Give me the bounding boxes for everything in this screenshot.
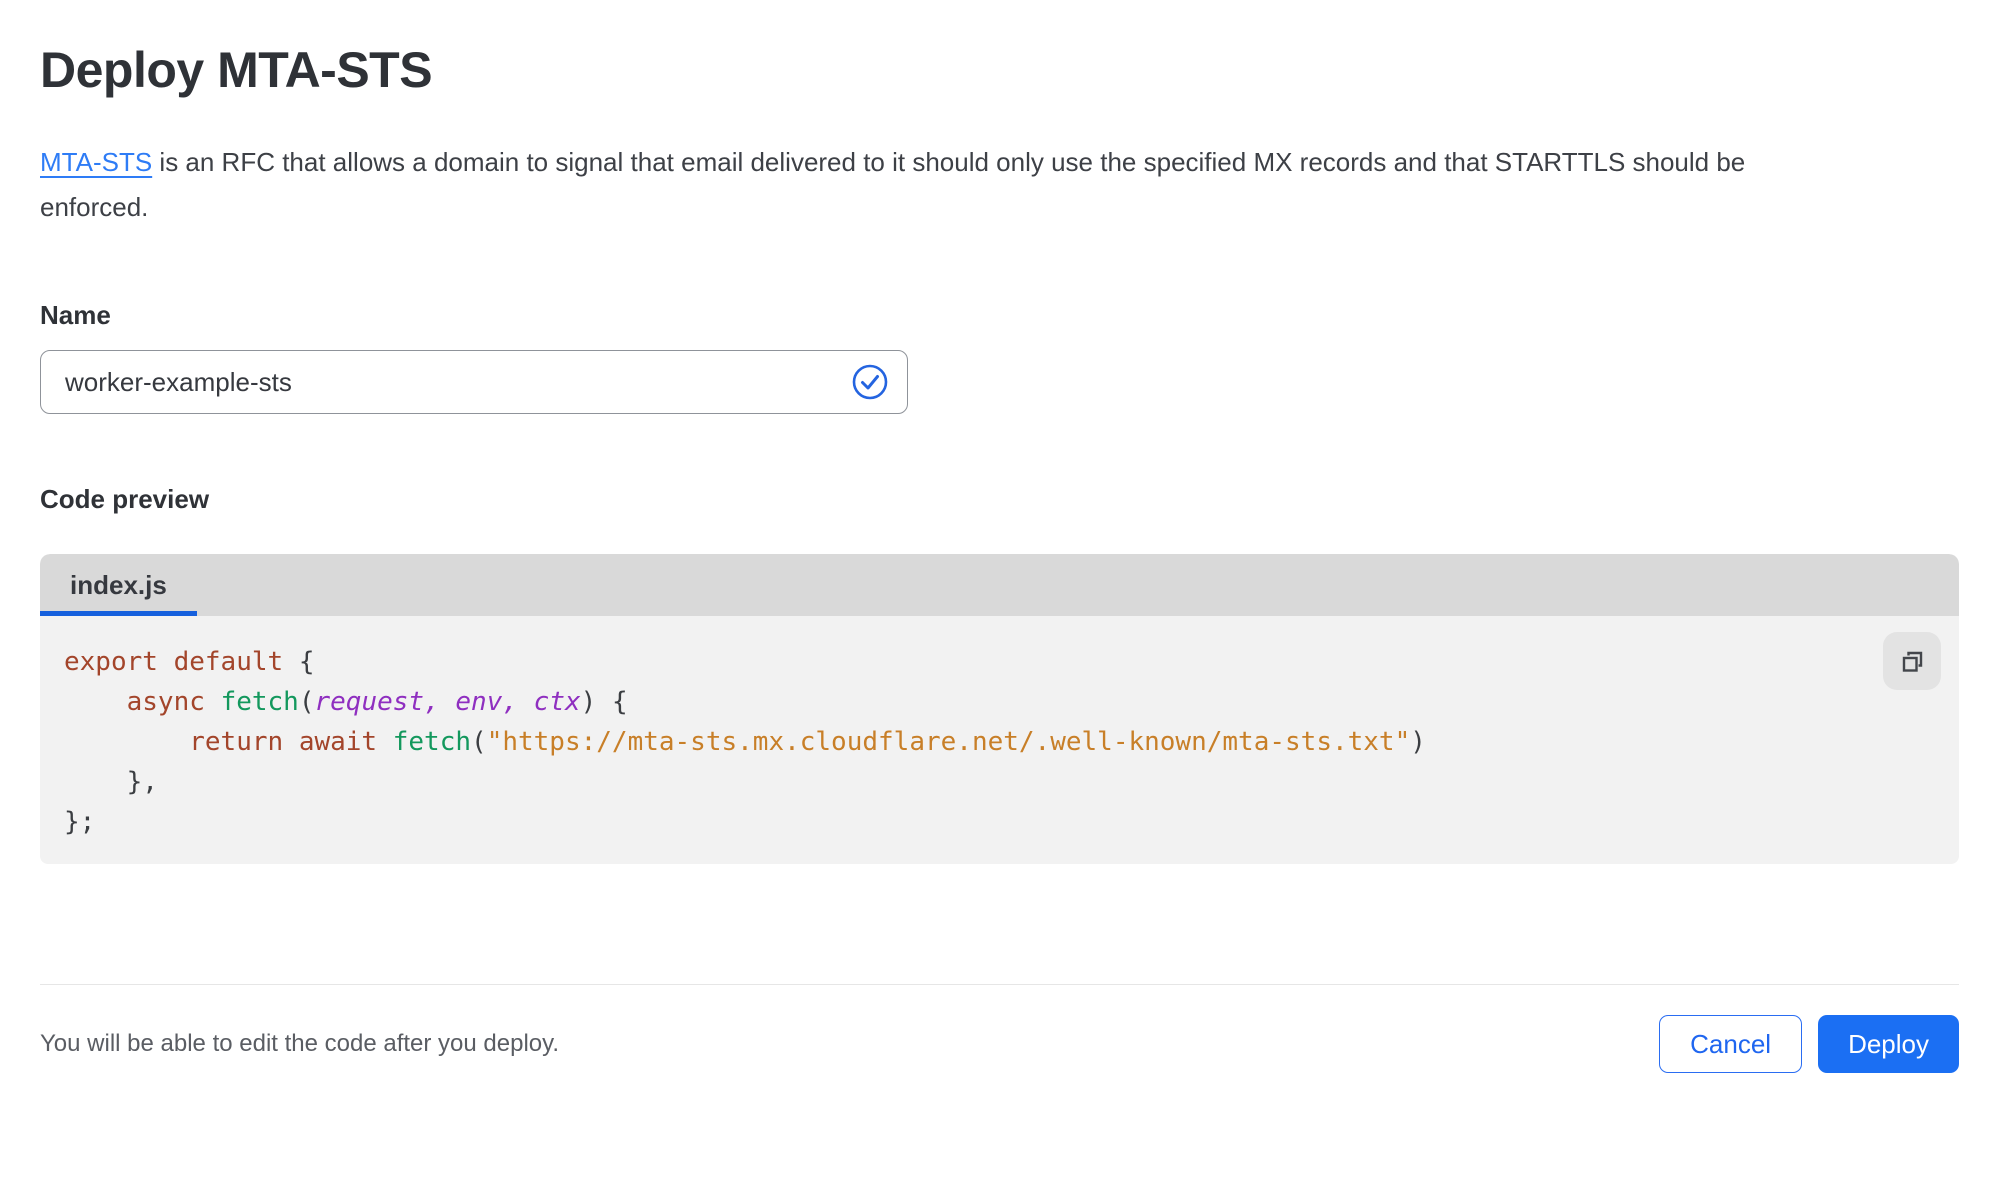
name-input[interactable] (41, 351, 851, 413)
code-preview-panel: index.js export default { async fetch(re… (40, 554, 1959, 864)
code-preview-label: Code preview (40, 484, 210, 514)
name-section: Name (40, 300, 1959, 414)
code-line: }; (64, 807, 96, 837)
page-title: Deploy MTA-STS (40, 42, 433, 98)
copy-code-button[interactable] (1883, 632, 1941, 690)
tab-label: index.js (70, 569, 167, 600)
check-circle-icon (851, 363, 889, 401)
code-line: }, (126, 767, 158, 797)
deploy-mta-sts-page: Deploy MTA-STS MTA-STS is an RFC that al… (0, 40, 1999, 864)
footer: You will be able to edit the code after … (0, 984, 1999, 1073)
cancel-button[interactable]: Cancel (1659, 1015, 1803, 1073)
description-text: is an RFC that allows a domain to signal… (40, 147, 1746, 222)
code-line: export default { (64, 647, 315, 677)
code-preview-section: Code preview index.js export default {a… (40, 484, 1959, 864)
name-label: Name (40, 300, 111, 330)
mta-sts-link[interactable]: MTA-STS (40, 147, 152, 177)
description: MTA-STS is an RFC that allows a domain t… (40, 140, 1850, 230)
footer-note: You will be able to edit the code after … (40, 1030, 560, 1057)
deploy-button[interactable]: Deploy (1818, 1015, 1959, 1073)
footer-actions: Cancel Deploy (1659, 1015, 1959, 1073)
tab-index-js[interactable]: index.js (40, 554, 197, 616)
code-line: async fetch(request, env, ctx) { (126, 687, 628, 717)
copy-icon (1899, 648, 1926, 675)
footer-row: You will be able to edit the code after … (40, 985, 1959, 1073)
code-editor: export default { async fetch(request, en… (40, 616, 1959, 864)
code-line: return await fetch("https://mta-sts.mx.c… (189, 727, 1426, 757)
code-tab-bar: index.js (40, 554, 1959, 616)
name-input-wrapper (40, 350, 908, 414)
code-content: export default { async fetch(request, en… (64, 642, 1935, 842)
